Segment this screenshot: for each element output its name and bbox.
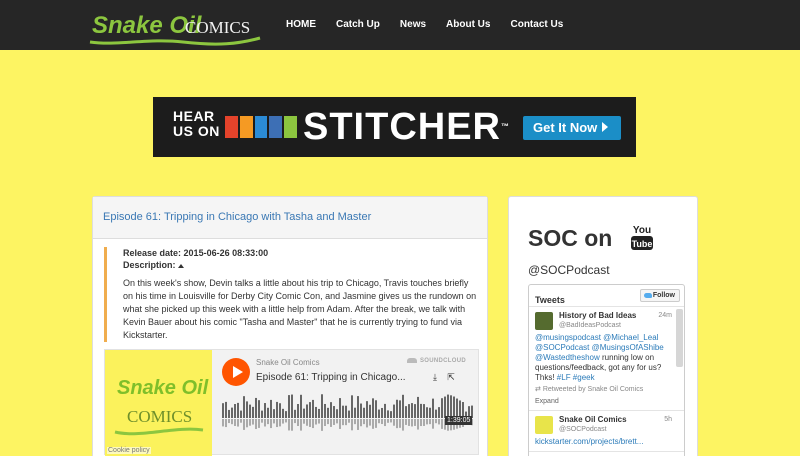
episode-details: Release date: 2015-06-26 08:33:00 Descri… [104,247,479,342]
tweet[interactable]: Snake Oil Comics @SOCPodcast 5h kickstar… [529,411,684,452]
episode-header: Episode 61: Tripping in Chicago with Tas… [93,197,487,239]
expand-link[interactable]: Expand [535,397,674,406]
tweet-time[interactable]: 5h [664,416,672,423]
stitcher-logo-bars [225,116,297,138]
waveform-bars [222,394,473,431]
social-sidebar: SOC on You Tube @SOCPodcast Tweets Follo… [508,196,698,456]
stitcher-banner[interactable]: HEAR US ON STITCHER™ Get It Now [153,97,636,157]
play-arrow-icon [602,122,609,132]
twitter-widget: Tweets Follow History of Bad Ideas @BadI… [528,284,685,456]
avatar[interactable] [535,312,553,330]
artwork-text-snake-oil: Snake Oil [117,377,209,399]
twitter-handle[interactable]: @SOCPodcast [528,263,610,277]
tweet-text: @musingspodcast @Michael_Leal @SOCPodcas… [535,333,664,382]
soundcloud-logo[interactable]: SOUNDCLOUD [407,358,466,364]
play-button[interactable] [222,358,250,386]
description-toggle[interactable]: Description: [123,259,479,271]
stitcher-color-bar [269,116,283,138]
tweet-handle[interactable]: @BadIdeasPodcast [559,321,674,330]
tweet-author[interactable]: History of Bad Ideas [559,311,674,321]
banner-hear-text: HEAR US ON [173,108,220,139]
caret-up-icon [177,263,184,268]
stitcher-wordmark: STITCHER™ [303,106,510,148]
follow-button[interactable]: Follow [640,289,680,302]
main-nav: HOME Catch Up News About Us Contact Us [276,0,573,50]
track-user[interactable]: Snake Oil Comics [256,358,320,367]
tweets-heading: Tweets [535,295,565,305]
track-duration: 1:39:05 [445,416,473,425]
twitter-bird-icon [644,293,652,298]
logo-text-comics: COMICS [185,18,250,37]
soundcloud-icon [407,358,417,363]
artwork-text-comics: COMICS [127,407,192,426]
tweet-time[interactable]: 24m [658,312,672,319]
youtube-bottom-text: Tube [632,239,653,249]
nav-about-us[interactable]: About Us [436,0,500,50]
retweeted-by: ⇄ Retweeted by Snake Oil Comics [535,386,644,393]
tweet[interactable]: History of Bad Ideas @BadIdeasPodcast 24… [529,307,684,411]
nav-contact-us[interactable]: Contact Us [500,0,573,50]
episode-title[interactable]: Episode 61: Tripping in Chicago with Tas… [103,211,477,223]
cookie-policy-link[interactable]: Cookie policy [107,447,151,454]
episode-artwork: Snake Oil COMICS Cookie policy [105,350,212,456]
soc-on-heading: SOC on [528,225,613,251]
tweet-hashtags[interactable]: #LF #geek [557,373,595,382]
site-logo[interactable]: Snake Oil COMICS [88,8,263,46]
release-date: Release date: 2015-06-26 08:33:00 [123,248,269,258]
nav-catch-up[interactable]: Catch Up [326,0,390,50]
tweet-link[interactable]: kickstarter.com/projects/brett... [535,437,674,447]
episode-description: On this week's show, Devin talks a littl… [123,278,477,340]
stitcher-color-bar [225,116,238,138]
retweet-icon: ⇄ [535,386,543,393]
tweet-handle[interactable]: @SOCPodcast [559,425,674,434]
get-it-now-button[interactable]: Get It Now [523,116,621,140]
avatar[interactable] [535,416,553,434]
twitter-widget-header: Tweets Follow [529,285,684,307]
soundcloud-player: Snake Oil COMICS Cookie policy Snake Oil… [104,349,479,456]
share-icon[interactable]: ⇱ [446,372,456,382]
nav-home[interactable]: HOME [276,0,326,50]
stitcher-color-bar [239,116,253,138]
track-title[interactable]: Episode 61: Tripping in Chicago... [256,372,406,383]
tweet-author[interactable]: Snake Oil Comics [559,415,674,425]
snake-oil-comics-logo: Snake Oil COMICS [89,12,261,46]
navbar: Snake Oil COMICS HOME Catch Up News Abou… [0,0,800,50]
nav-news[interactable]: News [390,0,436,50]
download-icon[interactable]: ⤓ [430,372,440,382]
stitcher-color-bar [254,116,268,138]
episode-panel: Episode 61: Tripping in Chicago with Tas… [92,196,488,456]
stitcher-color-bar [284,116,297,138]
youtube-top-text: You [633,225,651,236]
waveform[interactable] [222,394,474,432]
youtube-icon[interactable]: You Tube [631,223,653,251]
